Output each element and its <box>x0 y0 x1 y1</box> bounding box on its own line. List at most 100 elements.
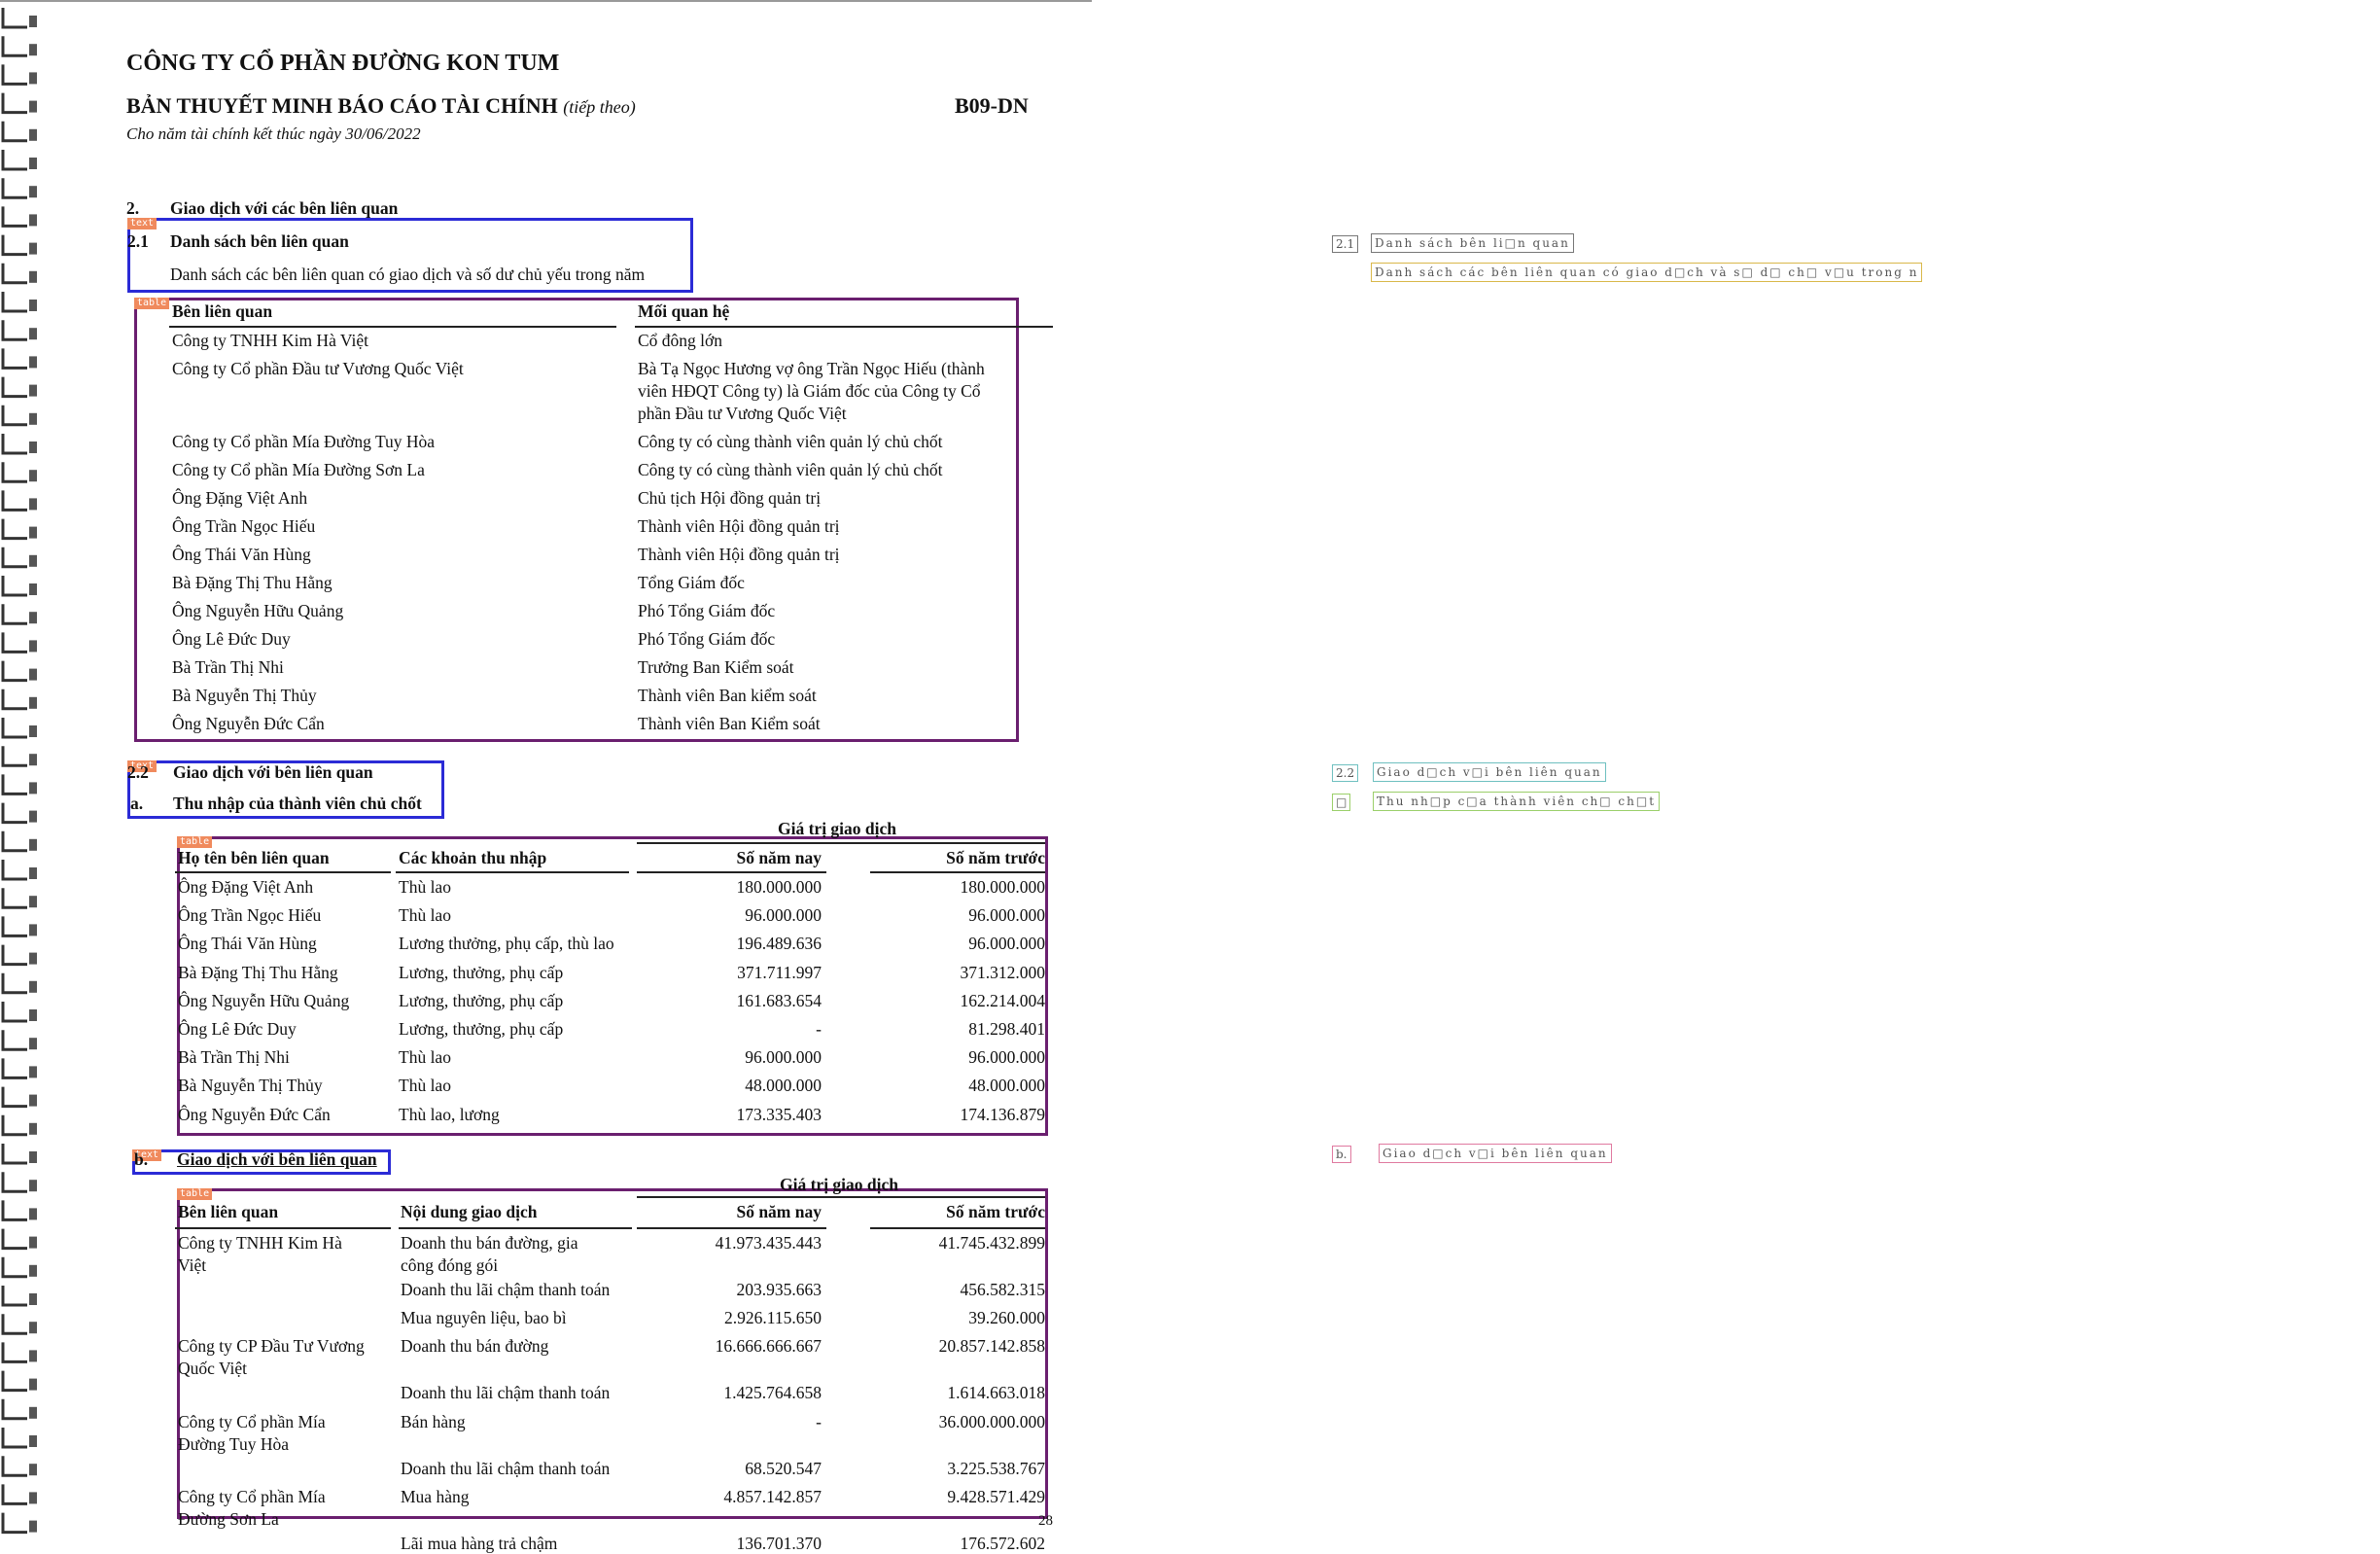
binding-hole <box>29 810 37 823</box>
table-header: Bên liên quan <box>172 301 273 321</box>
binding-ring <box>1 490 27 512</box>
binding-ring <box>1 206 27 228</box>
table-cell-relationship: Bà Tạ Ngọc Hương vợ ông Trần Ngọc Hiếu (… <box>638 359 985 378</box>
table-cell-party: Công ty Cổ phần Mía Đường Sơn La <box>172 460 425 479</box>
table-cell-current-year: 371.711.997 <box>737 962 822 982</box>
binding-hole <box>29 526 37 539</box>
spiral-binding <box>1 8 37 1535</box>
table-cell-relationship: Cổ đông lớn <box>638 331 723 350</box>
binding-hole <box>29 72 37 85</box>
binding-ring <box>1 576 27 597</box>
table-cell-relationship: Thành viên Hội đồng quản trị <box>638 516 840 536</box>
table-tag: table <box>177 836 213 848</box>
binding-hole <box>29 270 37 283</box>
binding-ring <box>1 1370 27 1393</box>
binding-hole <box>29 980 37 993</box>
binding-ring <box>1 1398 27 1421</box>
section-21-description: Danh sách các bên liên quan có giao dịch… <box>170 265 646 284</box>
table-cell-current-year: 161.683.654 <box>736 990 822 1010</box>
binding-ring <box>1 1200 27 1221</box>
binding-hole <box>29 44 37 56</box>
binding-ring <box>1 1256 27 1279</box>
table-cell-relationship: Thành viên Hội đồng quản trị <box>638 545 840 564</box>
binding-ring <box>1 434 27 455</box>
table-cell-content: Lãi mua hàng trả chậm <box>401 1533 558 1553</box>
binding-hole <box>29 242 37 255</box>
table-cell-prior-year: 1.614.663.018 <box>947 1383 1045 1403</box>
table-cell-income-type: Thù lao, lương <box>399 1104 500 1124</box>
section-21-title: Danh sách bên liên quan <box>170 231 349 251</box>
section-22-title: Giao dịch với bên liên quan <box>173 762 373 782</box>
table-cell-income-type: Thù lao <box>399 1047 451 1068</box>
table-cell-current-year: 173.335.403 <box>736 1104 822 1124</box>
binding-hole <box>29 16 37 27</box>
table-cell-relationship: viên HĐQT Công ty) là Giám đốc của Công … <box>638 381 981 401</box>
binding-ring <box>1 1286 27 1307</box>
binding-hole <box>29 1208 37 1220</box>
report-title-main: BẢN THUYẾT MINH BÁO CÁO TÀI CHÍNH <box>126 93 558 118</box>
table-cell-prior-year: 39.260.000 <box>968 1308 1045 1328</box>
binding-ring <box>1 36 27 57</box>
binding-hole <box>29 1406 37 1419</box>
table-cell-prior-year: 81.298.401 <box>968 1019 1045 1039</box>
table-cell-content: Doanh thu lãi chậm thanh toán <box>401 1383 611 1403</box>
binding-ring <box>1 604 27 625</box>
ocr-number-box: 2.2 <box>1332 764 1359 782</box>
section-b-number: b. <box>134 1149 149 1169</box>
binding-ring <box>1 1512 27 1535</box>
binding-ring <box>1 746 27 767</box>
binding-hole <box>29 128 37 141</box>
form-code: B09-DN <box>955 93 1029 118</box>
table-cell-content: Doanh thu bán đường, gia <box>401 1233 578 1253</box>
binding-ring <box>1 348 27 370</box>
table-cell-name: Bà Trần Thị Nhi <box>178 1047 290 1068</box>
binding-ring <box>1 292 27 313</box>
binding-ring <box>1 1086 27 1109</box>
ocr-overlay-panel: 2.1 Danh sách bên li□n quan Danh sách các … <box>1092 0 2380 1540</box>
table-cell-party: Ông Lê Đức Duy <box>172 629 291 649</box>
section-2-number: 2. <box>126 198 140 218</box>
table-cell-relationship: Chủ tịch Hội đồng quản trị <box>638 488 822 508</box>
table-cell-current-year: 196.489.636 <box>736 934 822 954</box>
binding-hole <box>29 952 37 965</box>
table-cell-current-year: 96.000.000 <box>745 1047 822 1068</box>
table-cell-relationship: Thành viên Ban Kiểm soát <box>638 714 821 733</box>
table-cell-income-type: Thù lao <box>399 877 451 897</box>
table-cell-name: Bà Đặng Thị Thu Hằng <box>178 962 338 982</box>
table-cell-income-type: Lương, thưởng, phụ cấp <box>399 1019 564 1039</box>
binding-ring <box>1 1484 27 1505</box>
table-cell-current-year: - <box>816 1019 822 1039</box>
table-cell-relationship: Công ty có cùng thành viên quản lý chủ c… <box>638 460 943 479</box>
binding-ring <box>1 1030 27 1051</box>
table-cell-content: Mua hàng <box>401 1486 470 1506</box>
section-b-title: Giao dịch với bên liên quan <box>177 1149 377 1169</box>
binding-ring <box>1 632 27 653</box>
binding-ring <box>1 689 27 711</box>
table-cell-party: Công ty Cổ phần Mía Đường Tuy Hòa <box>172 432 436 451</box>
table-cell-current-year: 4.857.142.857 <box>723 1486 822 1506</box>
binding-hole <box>29 725 37 737</box>
binding-ring <box>1 1228 27 1251</box>
table-rule <box>637 871 826 873</box>
table-cell-relationship: Công ty có cùng thành viên quản lý chủ c… <box>638 432 943 451</box>
binding-hole <box>29 1038 37 1050</box>
table-cell-party: Bà Trần Thị Nhi <box>172 657 284 677</box>
table-rule <box>175 871 391 873</box>
binding-hole <box>29 696 37 709</box>
table-cell-current-year: 2.926.115.650 <box>724 1308 822 1328</box>
binding-ring <box>1 1144 27 1165</box>
binding-ring <box>1 92 27 115</box>
binding-hole <box>29 1180 37 1192</box>
binding-hole <box>29 1236 37 1249</box>
binding-hole <box>29 1293 37 1305</box>
table-cell-income-type: Thù lao <box>399 1076 451 1096</box>
binding-hole <box>29 1464 37 1476</box>
table-cell-content: Bán hàng <box>401 1411 466 1431</box>
binding-ring <box>1 1428 27 1449</box>
table-cell-party: Công ty Cổ phần Mía <box>178 1486 326 1506</box>
table-cell-prior-year: 9.428.571.429 <box>947 1486 1045 1506</box>
table-cell-prior-year: 174.136.879 <box>960 1104 1046 1124</box>
binding-hole <box>29 583 37 595</box>
binding-hole <box>29 186 37 198</box>
table-cell-party: Công ty Cổ phần Mía <box>178 1411 326 1431</box>
